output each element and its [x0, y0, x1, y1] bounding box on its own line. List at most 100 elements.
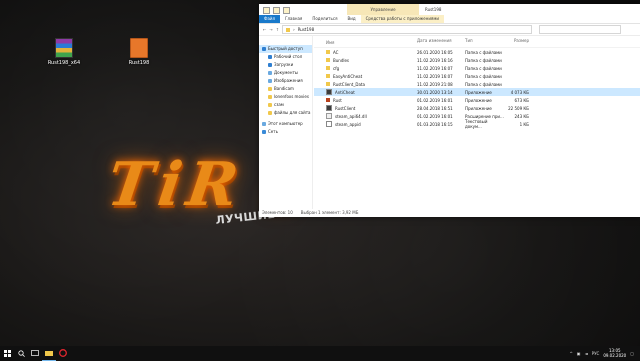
- folder-icon: [326, 66, 330, 70]
- search-input[interactable]: [539, 25, 622, 34]
- start-button[interactable]: [0, 346, 14, 360]
- nav-label: файлы для сайта: [274, 110, 311, 115]
- network-icon: [262, 130, 266, 134]
- file-type: Папка с файлами: [465, 73, 502, 79]
- folder-icon: [326, 82, 330, 86]
- column-header-size[interactable]: Размер: [505, 38, 529, 47]
- nav-label: Быстрый доступ: [268, 46, 303, 51]
- folder-icon: [286, 27, 291, 32]
- dll-file-icon: [326, 113, 332, 119]
- file-name: EasyAntiCheat: [333, 73, 363, 79]
- nav-item-desktop[interactable]: Рабочий стол: [259, 53, 312, 61]
- address-input[interactable]: › Rust198: [282, 25, 533, 34]
- chevron-up-icon[interactable]: ^: [569, 351, 572, 356]
- nav-item-movies[interactable]: lonenfoxs movies: [259, 93, 312, 101]
- input-language[interactable]: РУС: [592, 351, 600, 356]
- file-size: 243 КБ: [514, 113, 530, 119]
- tab-application-tools[interactable]: Средства работы с приложениями: [360, 15, 444, 23]
- file-date: 11.02.2019 16:07: [417, 65, 453, 71]
- file-name-cell: EasyAntiCheat: [314, 74, 417, 79]
- column-headers: Имя Дата изменения Тип Размер: [314, 38, 640, 48]
- ribbon-tabs: Файл Главная Поделиться Вид Средства раб…: [259, 15, 640, 24]
- file-type: Текстовый докум...: [465, 119, 488, 129]
- breadcrumb[interactable]: Rust198: [298, 26, 314, 33]
- file-row[interactable]: AntiCheat 30.01.2020 13:14 Приложение 4 073…: [314, 88, 640, 96]
- file-type: Приложение: [465, 97, 492, 103]
- file-date: 28.04.2018 16:51: [417, 105, 453, 111]
- desktop-icon: [268, 55, 272, 59]
- network-icon[interactable]: ▣: [577, 351, 581, 356]
- tab-file[interactable]: Файл: [259, 15, 281, 23]
- selection-info: Выбран 1 элемент: 3,92 МБ: [300, 210, 359, 215]
- nav-label: Загрузки: [274, 62, 294, 67]
- tab-share[interactable]: Поделиться: [307, 15, 342, 23]
- file-name: AntiCheat: [335, 89, 355, 95]
- file-type: Приложение: [465, 105, 492, 111]
- file-row[interactable]: Rust 01.02.2019 16:01 Приложение 673 КБ: [314, 96, 640, 104]
- nav-item-site-files[interactable]: файлы для сайта: [259, 109, 312, 117]
- file-row[interactable]: RustClient 28.04.2018 16:51 Приложение 22 5…: [314, 104, 640, 112]
- back-arrow-icon[interactable]: ←: [263, 27, 266, 32]
- nav-item-bandicam[interactable]: Bandicam: [259, 85, 312, 93]
- nav-label: Изображения: [274, 78, 303, 83]
- task-view-button[interactable]: [28, 346, 42, 360]
- properties-icon[interactable]: [273, 7, 280, 14]
- title-bar[interactable]: Управление Rust198: [259, 4, 640, 15]
- star-icon: [262, 47, 266, 51]
- taskbar: ^ ▣ ◄ РУС 13:05 09.02.2020 ▢: [0, 346, 640, 361]
- file-name-cell: cfg: [314, 66, 417, 71]
- file-size: 22 509 КБ: [508, 105, 529, 111]
- winrar-archive-icon: [55, 38, 73, 58]
- taskbar-opera[interactable]: [56, 346, 70, 360]
- nav-this-pc[interactable]: Этот компьютер: [259, 120, 312, 128]
- file-list: Имя Дата изменения Тип Размер AC 26.01.20…: [314, 35, 640, 209]
- folder-icon: [326, 58, 330, 62]
- quick-access-toolbar: [263, 7, 290, 14]
- file-name-cell: AntiCheat: [314, 89, 417, 95]
- file-name: cfg: [333, 65, 340, 71]
- window-title: Rust198: [425, 7, 442, 12]
- nav-item-pictures[interactable]: Изображения: [259, 77, 312, 85]
- new-folder-icon[interactable]: [283, 7, 290, 14]
- file-row[interactable]: AC 26.01.2020 16:05 Папка с файлами: [314, 48, 640, 56]
- task-view-icon: [31, 350, 39, 356]
- column-header-type[interactable]: Тип: [465, 38, 505, 47]
- clock[interactable]: 13:05 09.02.2020: [603, 348, 626, 358]
- application-icon: [326, 105, 332, 111]
- column-header-date[interactable]: Дата изменения: [417, 38, 465, 47]
- application-icon: [326, 89, 332, 95]
- file-row[interactable]: steam_appid 01.03.2018 16:15 Текстовый док…: [314, 119, 640, 129]
- up-arrow-icon[interactable]: ↑: [276, 27, 279, 32]
- nav-item-szam[interactable]: сзам: [259, 101, 312, 109]
- nav-label: Bandicam: [274, 86, 294, 91]
- file-row[interactable]: RustClient_Data 11.02.2019 21:08 Папка с ф…: [314, 80, 640, 88]
- desktop-icon-rust198-x64[interactable]: Rust198_x64: [43, 38, 85, 66]
- breadcrumb-separator-icon: ›: [293, 27, 295, 32]
- file-row[interactable]: EasyAntiCheat 11.02.2019 16:07 Папка с фай…: [314, 72, 640, 80]
- tab-view[interactable]: Вид: [342, 15, 360, 23]
- file-size: 673 КБ: [514, 97, 530, 103]
- nav-quick-access[interactable]: Быстрый доступ: [259, 45, 312, 53]
- column-header-name[interactable]: Имя: [314, 38, 417, 47]
- tab-home[interactable]: Главная: [280, 15, 307, 23]
- file-name-cell: Rust: [314, 98, 417, 103]
- nav-item-documents[interactable]: Документы: [259, 69, 312, 77]
- nav-item-downloads[interactable]: Загрузки: [259, 61, 312, 69]
- nav-network[interactable]: Сеть: [259, 128, 312, 136]
- file-size: 4 073 КБ: [510, 89, 529, 95]
- explorer-window[interactable]: Управление Rust198 Файл Главная Поделить…: [259, 4, 640, 217]
- forward-arrow-icon[interactable]: →: [269, 27, 272, 32]
- volume-icon[interactable]: ◄: [585, 351, 588, 356]
- notifications-icon[interactable]: ▢: [630, 351, 634, 356]
- file-row[interactable]: cfg 11.02.2019 16:07 Папка с файлами: [314, 64, 640, 72]
- taskbar-explorer[interactable]: [42, 346, 56, 361]
- file-date: 30.01.2020 13:14: [417, 89, 453, 95]
- nav-label: Документы: [274, 70, 298, 75]
- file-row[interactable]: Bundles 11.02.2019 16:16 Папка с файлами: [314, 56, 640, 64]
- file-name-cell: steam_appid: [314, 121, 417, 127]
- desktop-icon-rust198[interactable]: Rust198: [118, 38, 160, 66]
- search-icon: [17, 349, 25, 357]
- status-bar: Элементов: 10 Выбран 1 элемент: 3,92 МБ: [259, 209, 640, 217]
- nav-label: сзам: [274, 102, 284, 107]
- search-button[interactable]: [14, 346, 28, 360]
